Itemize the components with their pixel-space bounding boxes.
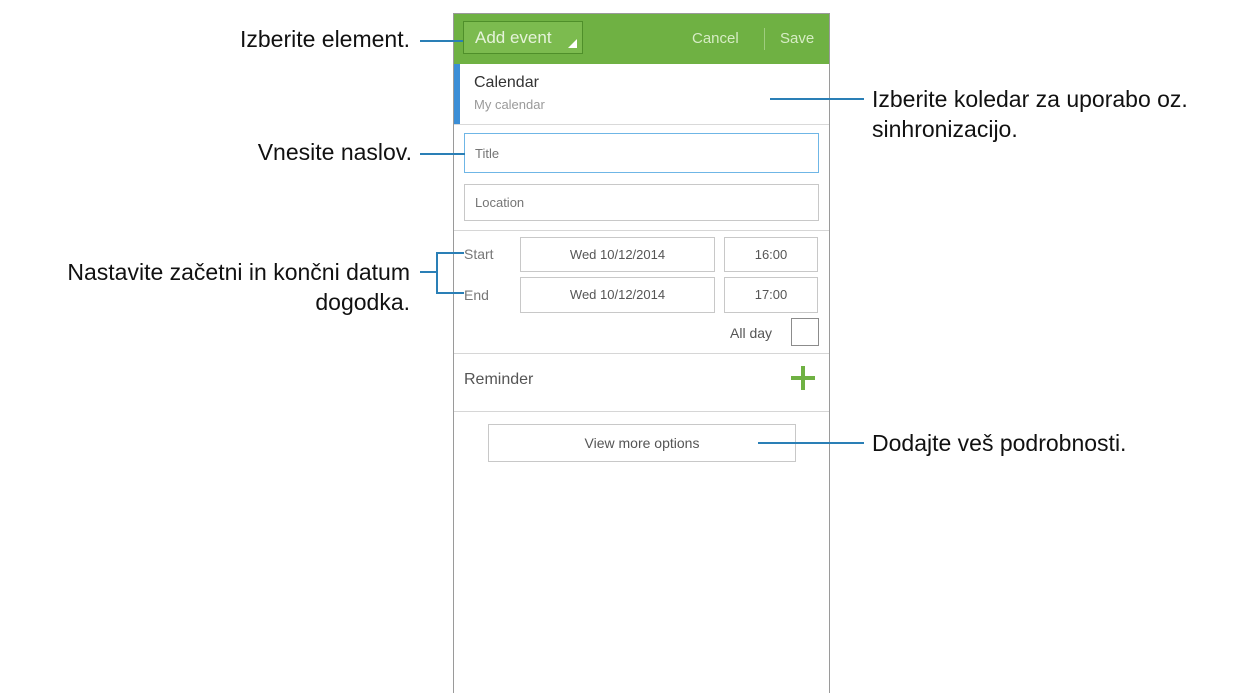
location-input[interactable] <box>464 184 819 221</box>
divider <box>454 230 829 231</box>
callout-line <box>770 98 864 100</box>
callout-line <box>420 153 465 155</box>
add-event-dropdown[interactable]: Add event <box>463 21 583 54</box>
reminder-label: Reminder <box>464 371 534 388</box>
callout-line <box>420 40 463 42</box>
start-time-field[interactable]: 16:00 <box>724 237 818 272</box>
callout-line <box>436 252 464 254</box>
calendar-title: Calendar <box>474 74 539 91</box>
plus-icon[interactable] <box>791 366 815 390</box>
save-button[interactable]: Save <box>780 14 814 64</box>
callout-add-details: Dodajte veš podrobnosti. <box>872 430 1127 456</box>
add-event-label: Add event <box>475 28 552 47</box>
divider <box>454 353 829 354</box>
callout-select-calendar-line2: sinhronizacijo. <box>872 116 1018 142</box>
start-date-field[interactable]: Wed 10/12/2014 <box>520 237 715 272</box>
callout-set-dates-line2: dogodka. <box>315 289 410 315</box>
end-time-field[interactable]: 17:00 <box>724 277 818 313</box>
calendar-color-bar <box>454 64 460 124</box>
callout-select-calendar: Izberite koledar za uporabo oz. sinhroni… <box>872 84 1232 144</box>
callout-bracket <box>436 252 438 294</box>
dropdown-corner-icon <box>568 39 577 48</box>
divider <box>454 411 829 412</box>
callout-line <box>758 442 864 444</box>
calendar-subtitle: My calendar <box>474 97 545 112</box>
callout-select-calendar-line1: Izberite koledar za uporabo oz. <box>872 86 1188 112</box>
callout-enter-title: Vnesite naslov. <box>257 139 412 165</box>
callout-set-dates: Nastavite začetni in končni datum dogodk… <box>0 257 410 317</box>
end-date-field[interactable]: Wed 10/12/2014 <box>520 277 715 313</box>
action-bar: Add event Cancel Save <box>454 14 829 64</box>
all-day-checkbox[interactable] <box>791 318 819 346</box>
calendar-selector[interactable]: Calendar My calendar <box>454 64 829 125</box>
title-input[interactable] <box>464 133 819 173</box>
all-day-label: All day <box>730 325 773 341</box>
callout-set-dates-line1: Nastavite začetni in končni datum <box>67 259 410 285</box>
start-label: Start <box>464 246 494 262</box>
event-editor-screen: Add event Cancel Save Calendar My calend… <box>453 13 830 693</box>
end-label: End <box>464 287 489 303</box>
cancel-button[interactable]: Cancel <box>692 14 739 64</box>
callout-select-item: Izberite element. <box>239 26 410 52</box>
view-more-options-button[interactable]: View more options <box>488 424 796 462</box>
callout-line <box>436 292 464 294</box>
action-bar-divider <box>764 28 765 50</box>
